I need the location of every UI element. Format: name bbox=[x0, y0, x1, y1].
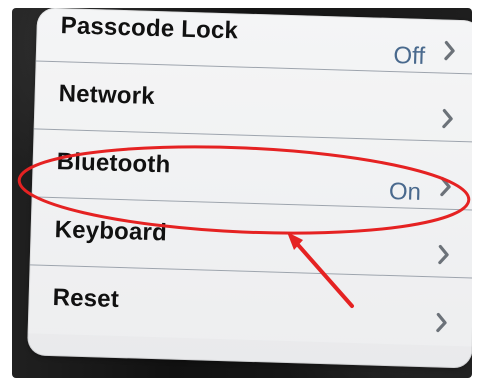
settings-row-value: On bbox=[388, 177, 422, 206]
chevron-right-icon bbox=[439, 175, 454, 197]
settings-row-label: Passcode Lock bbox=[60, 12, 239, 45]
settings-row-label: Network bbox=[58, 80, 156, 110]
settings-list: Passcode Lock Off Network Bluetooth On K… bbox=[26, 8, 472, 369]
chevron-right-icon bbox=[435, 311, 450, 333]
chevron-right-icon bbox=[441, 108, 456, 130]
chevron-right-icon bbox=[443, 40, 458, 62]
settings-row-value: Off bbox=[393, 42, 426, 70]
chevron-right-icon bbox=[437, 243, 452, 265]
settings-row-reset[interactable]: Reset bbox=[27, 265, 472, 347]
settings-row-label: Bluetooth bbox=[56, 148, 171, 179]
settings-row-label: Keyboard bbox=[54, 216, 168, 247]
device-screen: Passcode Lock Off Network Bluetooth On K… bbox=[12, 8, 472, 378]
settings-row-label: Reset bbox=[52, 284, 120, 314]
photo-frame: Passcode Lock Off Network Bluetooth On K… bbox=[0, 0, 483, 383]
